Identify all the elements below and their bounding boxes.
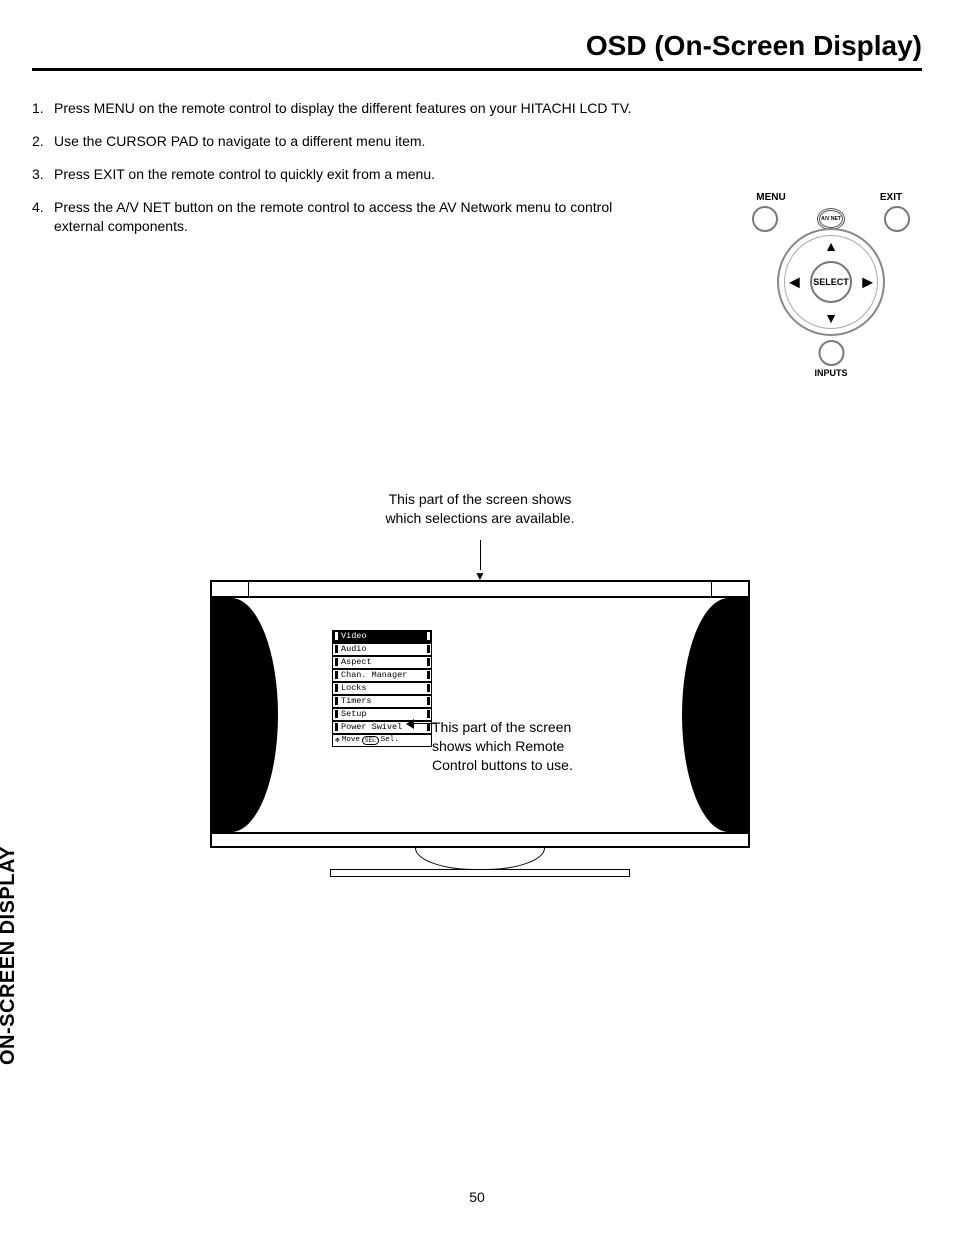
select-button-label: SELECT [813, 277, 849, 287]
arrow-right-icon: ▶ [862, 274, 873, 291]
menu-label: MENU [746, 192, 796, 203]
menu-button-icon [752, 206, 778, 232]
tv-screen: Video Audio Aspect Chan. Manager Locks T… [212, 598, 748, 834]
caption-side-line2: shows which Remote [432, 738, 564, 754]
tv-top-bezel [212, 582, 748, 598]
select-button: SELECT [810, 261, 852, 303]
osd-nav-hint: ✥ Move SEL Sel. [332, 734, 432, 747]
instruction-number: 1. [32, 99, 54, 118]
osd-item-setup: Setup [332, 708, 432, 721]
header-rule [32, 68, 922, 71]
caption-connector-line [480, 540, 481, 570]
osd-menu: Video Audio Aspect Chan. Manager Locks T… [332, 630, 432, 747]
osd-item-label: Audio [341, 644, 367, 654]
osd-item-label: Timers [341, 696, 372, 706]
osd-item-video: Video [332, 630, 432, 643]
instruction-text: Press the A/V NET button on the remote c… [54, 198, 652, 236]
tv-stand-neck [415, 848, 545, 870]
tv-stand-base [330, 869, 630, 877]
page-number: 50 [469, 1189, 485, 1205]
remote-control-diagram: MENU . EXIT A/V NET ▲ ▼ ◀ ▶ SELECT INPUT… [746, 192, 916, 392]
instruction-list: 1. Press MENU on the remote control to d… [32, 99, 652, 235]
instruction-item: 3. Press EXIT on the remote control to q… [32, 165, 652, 184]
instruction-text: Press MENU on the remote control to disp… [54, 99, 652, 118]
caption-side-line3: Control buttons to use. [432, 757, 573, 773]
sel-icon: SEL [362, 736, 379, 745]
instruction-number: 4. [32, 198, 54, 236]
caption-top-line1: This part of the screen shows [389, 491, 572, 507]
section-tab: ON-SCREEN DISPLAY [0, 846, 20, 1065]
instruction-item: 2. Use the CURSOR PAD to navigate to a d… [32, 132, 652, 151]
osd-item-audio: Audio [332, 643, 432, 656]
instruction-number: 2. [32, 132, 54, 151]
pillarbox-left [212, 598, 278, 832]
osd-item-label: Aspect [341, 657, 372, 667]
tv-bottom-bezel [212, 834, 748, 846]
instruction-number: 3. [32, 165, 54, 184]
caption-top-line2: which selections are available. [385, 510, 574, 526]
nav-sel-label: Sel. [381, 736, 399, 744]
page-title: OSD (On-Screen Display) [32, 30, 922, 66]
instruction-text: Press EXIT on the remote control to quic… [54, 165, 652, 184]
arrow-down-icon: ▼ [824, 310, 838, 326]
osd-item-label: Power Swivel [341, 722, 402, 732]
inputs-label: INPUTS [814, 368, 847, 378]
osd-item-label: Setup [341, 709, 367, 719]
osd-item-label: Chan. Manager [341, 670, 407, 680]
osd-item-chan-manager: Chan. Manager [332, 669, 432, 682]
pillarbox-right [682, 598, 748, 832]
arrow-up-icon: ▲ [824, 238, 838, 254]
cursor-pad-inner: ▲ ▼ ◀ ▶ SELECT [784, 235, 878, 329]
arrow-left-icon: ◀ [789, 274, 800, 291]
osd-item-label: Locks [341, 683, 367, 693]
remote-top-labels: MENU . EXIT [746, 192, 916, 203]
inputs-button-group: INPUTS [814, 340, 847, 378]
caption-side: This part of the screen shows which Remo… [432, 718, 632, 775]
tv-frame: Video Audio Aspect Chan. Manager Locks T… [210, 580, 750, 848]
instruction-text: Use the CURSOR PAD to navigate to a diff… [54, 132, 652, 151]
instruction-item: 4. Press the A/V NET button on the remot… [32, 198, 652, 236]
exit-label: EXIT [866, 192, 916, 203]
osd-item-timers: Timers [332, 695, 432, 708]
caption-side-line1: This part of the screen [432, 719, 571, 735]
osd-item-aspect: Aspect [332, 656, 432, 669]
nav-move-label: Move [342, 736, 360, 744]
tv-stand [210, 848, 750, 898]
tv-illustration: This part of the screen shows which sele… [180, 490, 780, 898]
inputs-button-icon [818, 340, 844, 366]
osd-item-label: Video [341, 631, 367, 641]
avnet-button-icon: A/V NET [817, 208, 845, 230]
instruction-item: 1. Press MENU on the remote control to d… [32, 99, 652, 118]
exit-button-icon [884, 206, 910, 232]
page: OSD (On-Screen Display) 1. Press MENU on… [0, 0, 954, 1235]
move-icon: ✥ [335, 735, 340, 745]
caption-top: This part of the screen shows which sele… [180, 490, 780, 528]
avnet-button-text: A/V NET [821, 216, 841, 222]
osd-item-locks: Locks [332, 682, 432, 695]
cursor-pad: ▲ ▼ ◀ ▶ SELECT [777, 228, 885, 336]
